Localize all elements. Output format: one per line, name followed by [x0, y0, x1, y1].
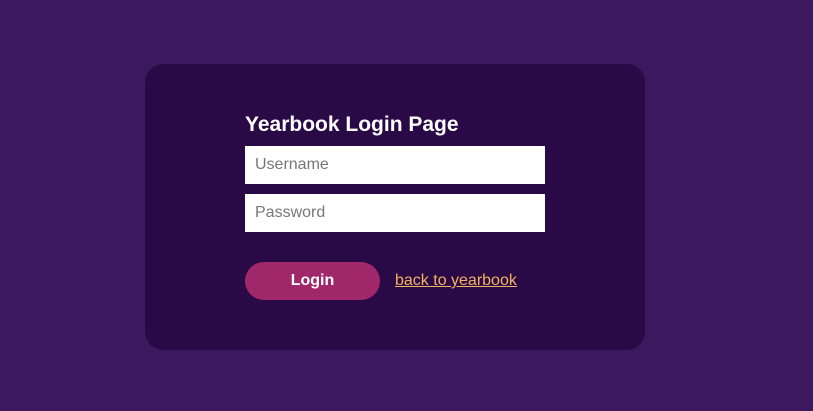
login-form: Yearbook Login Page Login back to yearbo…: [245, 112, 545, 300]
page-title: Yearbook Login Page: [245, 113, 459, 136]
login-button[interactable]: Login: [245, 262, 380, 300]
back-to-yearbook-link[interactable]: back to yearbook: [395, 272, 517, 290]
username-field[interactable]: [245, 146, 545, 184]
login-card: Yearbook Login Page Login back to yearbo…: [145, 64, 645, 350]
password-field[interactable]: [245, 194, 545, 232]
form-actions: Login back to yearbook: [245, 262, 545, 300]
